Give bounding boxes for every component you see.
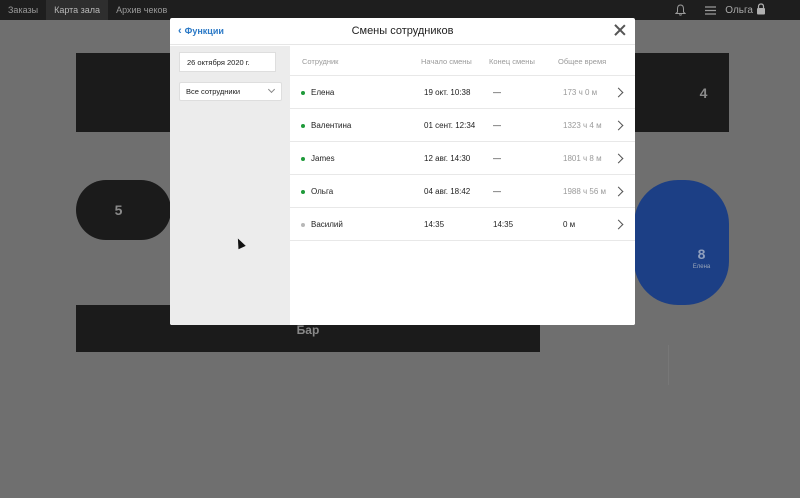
shift-end: — [493, 88, 501, 97]
employee-name: Валентина [311, 121, 352, 130]
shifts-modal: ‹ Функции Смены сотрудников 26 октября 2… [170, 18, 635, 325]
shift-total: 173 ч 0 м [563, 88, 598, 97]
tab-floor-map[interactable]: Карта зала [46, 0, 109, 20]
shift-total: 1801 ч 8 м [563, 154, 602, 163]
shift-total: 1323 ч 4 м [563, 121, 602, 130]
date-picker[interactable]: 26 октября 2020 г. [179, 52, 276, 72]
shift-start: 04 авг. 18:42 [424, 187, 471, 196]
chevron-right-icon [613, 87, 624, 98]
top-bar: Заказы Карта зала Архив чеков Ольга [0, 0, 800, 20]
bell-icon[interactable] [665, 0, 695, 20]
active-status-dot [301, 124, 305, 128]
chevron-right-icon [613, 186, 624, 197]
modal-header: ‹ Функции Смены сотрудников [170, 18, 635, 45]
col-end: Конец смены [489, 57, 535, 66]
chevron-right-icon [613, 219, 624, 230]
inactive-status-dot [301, 223, 305, 227]
tab-receipts-archive[interactable]: Архив чеков [108, 0, 175, 20]
col-total: Общее время [558, 57, 607, 66]
divider [668, 345, 669, 385]
tab-floor-map-label: Карта зала [54, 5, 101, 15]
date-value: 26 октября 2020 г. [187, 57, 250, 67]
shift-end: — [493, 187, 501, 196]
employee-name: Ольга [311, 187, 334, 196]
table-label: 4 [699, 84, 708, 101]
chevron-right-icon [613, 120, 624, 131]
shift-total: 0 м [563, 220, 576, 229]
shift-end: — [493, 121, 501, 130]
table-5[interactable]: 5 [76, 180, 171, 240]
table-label: 8 [697, 245, 706, 262]
chevron-right-icon [613, 153, 624, 164]
active-status-dot [301, 190, 305, 194]
shift-start: 12 авг. 14:30 [424, 154, 471, 163]
tab-receipts-archive-label: Архив чеков [116, 5, 168, 15]
user-menu[interactable]: Ольга [725, 2, 800, 18]
shift-end: — [493, 154, 501, 163]
table-row[interactable]: Валентина 01 сент. 12:34 — 1323 ч 4 м [290, 109, 635, 142]
employee-name: Василий [311, 220, 343, 229]
col-employee: Сотрудник [302, 57, 339, 66]
table-label: 5 [114, 202, 123, 218]
table-left-top[interactable] [76, 53, 171, 132]
table-waiter: Елена [692, 263, 711, 270]
close-icon[interactable] [614, 24, 626, 36]
table-row[interactable]: Василий 14:35 14:35 0 м [290, 208, 635, 241]
modal-title: Смены сотрудников [351, 25, 454, 37]
table-row[interactable]: Елена 19 окт. 10:38 — 173 ч 0 м [290, 76, 635, 109]
shift-start: 14:35 [424, 220, 445, 229]
table-8[interactable]: 8 Елена [634, 180, 729, 305]
col-start: Начало смены [421, 57, 472, 66]
shift-start: 19 окт. 10:38 [424, 88, 471, 97]
tab-orders[interactable]: Заказы [0, 0, 46, 20]
table-header: Сотрудник Начало смены Конец смены Общее… [290, 46, 635, 76]
table-4[interactable]: 4 [634, 53, 729, 132]
lock-icon [756, 2, 766, 18]
employee-name: Елена [311, 88, 335, 97]
filter-panel: 26 октября 2020 г. Все сотрудники [170, 46, 290, 325]
chevron-down-icon [267, 85, 276, 94]
table-row[interactable]: Ольга 04 авг. 18:42 — 1988 ч 56 м [290, 175, 635, 208]
active-status-dot [301, 157, 305, 161]
table-row[interactable]: James 12 авг. 14:30 — 1801 ч 8 м [290, 142, 635, 175]
tab-orders-label: Заказы [8, 5, 39, 15]
shift-end: 14:35 [493, 220, 514, 229]
menu-icon[interactable] [695, 0, 725, 20]
shift-total: 1988 ч 56 м [563, 187, 607, 196]
employee-name: James [311, 154, 335, 163]
employee-filter-select[interactable]: Все сотрудники [179, 82, 282, 101]
shift-start: 01 сент. 12:34 [424, 121, 476, 130]
active-status-dot [301, 91, 305, 95]
user-name: Ольга [725, 4, 753, 16]
shifts-table: Сотрудник Начало смены Конец смены Общее… [290, 46, 635, 325]
employee-filter-value: Все сотрудники [186, 87, 241, 96]
